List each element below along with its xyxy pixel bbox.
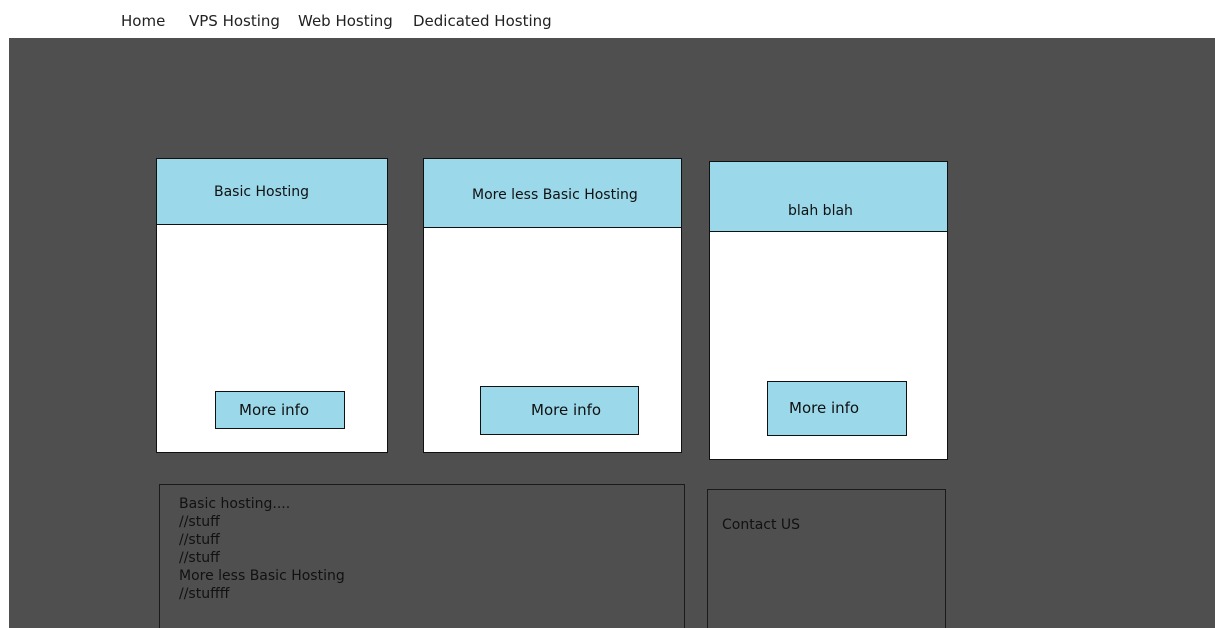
description-line: //stuff: [179, 532, 220, 548]
card-title: blah blah: [788, 203, 853, 219]
contact-panel: Contact US: [707, 489, 946, 628]
card-title: More less Basic Hosting: [472, 187, 638, 203]
description-line: //stuffff: [179, 586, 230, 602]
nav-link-web-hosting[interactable]: Web Hosting: [298, 12, 393, 30]
hosting-card-more-less-basic: More less Basic Hosting More info: [423, 158, 682, 453]
description-line: //stuff: [179, 514, 220, 530]
description-panel: Basic hosting.... //stuff //stuff //stuf…: [159, 484, 685, 628]
more-info-button[interactable]: More info: [480, 386, 639, 435]
content-area: Basic Hosting More info More less Basic …: [9, 38, 1215, 628]
description-line: Basic hosting....: [179, 496, 291, 512]
contact-us-heading: Contact US: [722, 517, 801, 533]
nav-link-vps-hosting[interactable]: VPS Hosting: [189, 12, 280, 30]
top-navigation: Home VPS Hosting Web Hosting Dedicated H…: [0, 0, 1215, 38]
nav-link-home[interactable]: Home: [121, 12, 165, 30]
card-title: Basic Hosting: [214, 184, 310, 200]
description-line: More less Basic Hosting: [179, 568, 345, 584]
hosting-card-blah-blah: blah blah More info: [709, 161, 948, 460]
card-header: Basic Hosting: [156, 158, 388, 225]
nav-link-dedicated-hosting[interactable]: Dedicated Hosting: [413, 12, 552, 30]
card-header: More less Basic Hosting: [423, 158, 682, 228]
more-info-button[interactable]: More info: [767, 381, 907, 436]
more-info-button[interactable]: More info: [215, 391, 345, 429]
description-line: //stuff: [179, 550, 220, 566]
card-header: blah blah: [709, 161, 948, 232]
hosting-card-basic: Basic Hosting More info: [156, 158, 388, 453]
